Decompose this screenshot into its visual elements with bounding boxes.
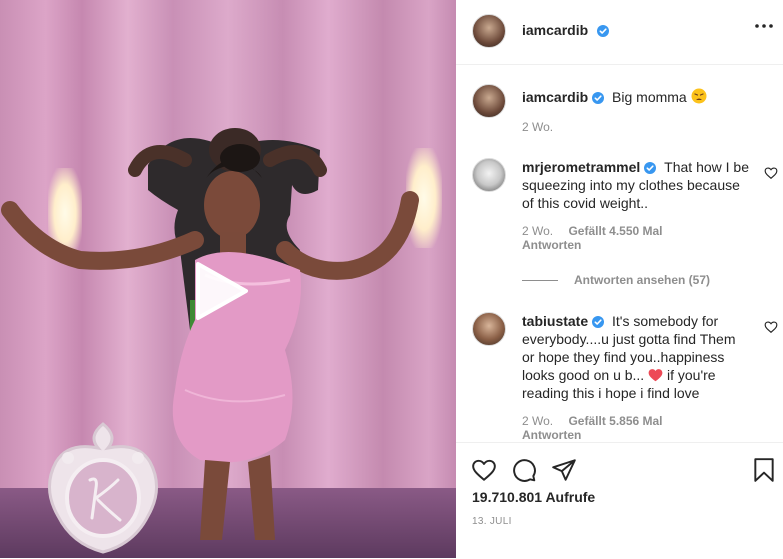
- comment-text: or hope they find you..happiness: [522, 349, 725, 365]
- comment-username[interactable]: tabiustate: [522, 313, 588, 329]
- comment-time: 2 Wo.: [522, 224, 554, 238]
- comment-text: That how I be: [664, 159, 749, 175]
- comment-time: 2 Wo.: [522, 414, 554, 428]
- heart-icon[interactable]: [471, 457, 497, 483]
- comments-list[interactable]: iamcardib Big momma 2 Wo. mrjerometramme…: [456, 64, 783, 442]
- avatar[interactable]: [472, 158, 506, 192]
- reply-button[interactable]: Antworten: [522, 428, 581, 442]
- comment-icon[interactable]: [511, 457, 537, 483]
- verified-badge-icon: [596, 25, 609, 37]
- comment-text: It's somebody for: [612, 313, 719, 329]
- verified-badge-icon: [592, 316, 605, 328]
- red-heart-emoji-icon: [648, 369, 663, 382]
- comment-meta: 2 Wo. Gefällt 4.550 Mal Antworten: [522, 224, 663, 252]
- play-icon[interactable]: [186, 258, 252, 324]
- header-username[interactable]: iamcardib: [522, 22, 588, 38]
- post-header: iamcardib: [456, 0, 783, 65]
- post-side-panel: iamcardib iamcardib Big momma 2 Wo. mrje…: [456, 0, 783, 558]
- comment-meta: 2 Wo. Gefällt 5.856 Mal Antworten: [522, 414, 663, 442]
- reply-button[interactable]: Antworten: [522, 238, 581, 252]
- caption-username[interactable]: iamcardib: [522, 89, 588, 105]
- comment-like-heart-icon[interactable]: [764, 320, 778, 334]
- post-actions: 19.710.801 Aufrufe 13. JULI: [456, 442, 783, 559]
- caption-time: 2 Wo.: [522, 120, 554, 134]
- comment-text: squeezing into my clothes because: [522, 177, 740, 193]
- view-replies-button[interactable]: Antworten ansehen (57): [522, 273, 710, 287]
- avatar[interactable]: [472, 14, 506, 48]
- comment-text: of this covid weight..: [522, 195, 649, 211]
- comment-username[interactable]: mrjerometrammel: [522, 159, 640, 175]
- comment-likes[interactable]: Gefällt 4.550 Mal: [568, 224, 662, 238]
- comment-text: if you're: [666, 367, 716, 383]
- replies-divider: [522, 280, 558, 282]
- view-replies-label: Antworten ansehen (57): [574, 273, 711, 287]
- weary-face-emoji-icon: [691, 88, 707, 104]
- post-video[interactable]: [0, 0, 456, 558]
- comment-text: looks good on u b...: [522, 367, 645, 383]
- share-icon[interactable]: [551, 457, 577, 483]
- caption-text: Big momma: [612, 89, 687, 105]
- post-date: 13. JULI: [472, 516, 512, 527]
- view-count[interactable]: 19.710.801 Aufrufe: [472, 489, 595, 505]
- comment-text: reading this i hope i find love: [522, 385, 700, 401]
- comment-like-heart-icon[interactable]: [764, 166, 778, 180]
- comment-likes[interactable]: Gefällt 5.856 Mal: [568, 414, 662, 428]
- verified-badge-icon: [592, 92, 605, 104]
- verified-badge-icon: [644, 162, 657, 174]
- bookmark-icon[interactable]: [751, 457, 777, 483]
- watermark-crest-logo: [48, 422, 158, 554]
- avatar[interactable]: [472, 312, 506, 346]
- comment-text: everybody....u just gotta find Them: [522, 331, 736, 347]
- more-options-icon[interactable]: [754, 22, 774, 30]
- avatar[interactable]: [472, 84, 506, 118]
